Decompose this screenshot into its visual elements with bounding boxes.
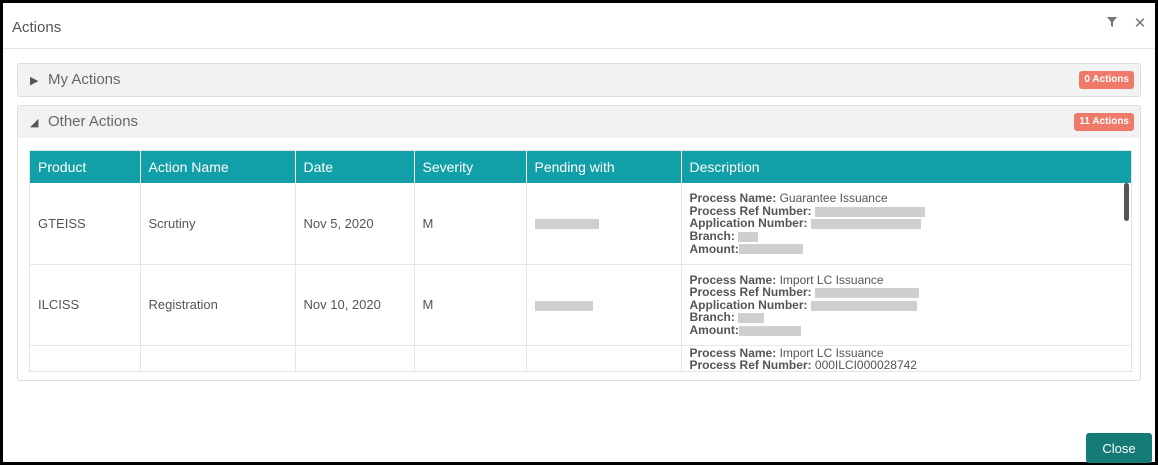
cell-action-name: Registration bbox=[140, 264, 296, 346]
table-row[interactable]: ILCISS Registration Nov 10, 2020 M Proce… bbox=[30, 264, 1131, 346]
other-actions-label: Other Actions bbox=[48, 113, 139, 130]
redacted-block bbox=[814, 287, 919, 298]
my-actions-label: My Actions bbox=[48, 71, 121, 88]
other-actions-panel: ◢ Other Actions 11 Actions Product Actio… bbox=[17, 105, 1141, 381]
cell-description: Process Name: Import LC Issuance Process… bbox=[681, 264, 1131, 346]
actions-dialog: Actions ✕ ▶ My Actions 0 Actions ◢ Other… bbox=[0, 0, 1158, 465]
desc-label: Process Ref Number: bbox=[689, 358, 812, 372]
dialog-title: Actions bbox=[12, 19, 62, 36]
redacted-block bbox=[738, 231, 759, 242]
cell-severity bbox=[414, 345, 527, 371]
other-actions-badge: 11 Actions bbox=[1074, 113, 1134, 131]
my-actions-header[interactable]: ▶ My Actions 0 Actions bbox=[18, 64, 1140, 96]
redacted-block bbox=[738, 313, 765, 324]
desc-value: 000ILCI000028742 bbox=[814, 358, 917, 372]
caret-right-icon: ▶ bbox=[30, 75, 39, 87]
caret-down-icon: ◢ bbox=[30, 117, 39, 129]
table-row[interactable]: GTEISS Scrutiny Nov 5, 2020 M Process Na… bbox=[30, 183, 1131, 265]
actions-table: Product Action Name Date Severity Pendin… bbox=[30, 151, 1131, 372]
redacted-block bbox=[810, 300, 917, 311]
my-actions-panel: ▶ My Actions 0 Actions bbox=[17, 63, 1141, 97]
cell-pending-with bbox=[526, 345, 682, 371]
desc-label: Amount: bbox=[689, 241, 739, 256]
redacted-block bbox=[814, 206, 925, 217]
cell-date bbox=[295, 345, 415, 371]
cell-product: GTEISS bbox=[30, 183, 141, 265]
redacted-block bbox=[810, 219, 921, 230]
my-actions-badge: 0 Actions bbox=[1079, 71, 1134, 89]
cell-date: Nov 10, 2020 bbox=[295, 264, 415, 346]
cell-product bbox=[30, 345, 141, 371]
cell-severity: M bbox=[414, 183, 527, 265]
cell-pending-with bbox=[526, 264, 682, 346]
close-icon[interactable]: ✕ bbox=[1131, 15, 1149, 33]
column-header-pending-with[interactable]: Pending with bbox=[526, 151, 682, 183]
cell-description: Process Name: Import LC Issuance Process… bbox=[681, 345, 1131, 372]
redacted-block bbox=[534, 300, 593, 311]
redacted-block bbox=[534, 219, 599, 230]
actions-table-wrapper[interactable]: Product Action Name Date Severity Pendin… bbox=[29, 150, 1132, 372]
close-button[interactable]: Close bbox=[1086, 433, 1152, 463]
redacted-block bbox=[738, 325, 801, 336]
column-header-date[interactable]: Date bbox=[295, 151, 415, 183]
desc-label: Amount: bbox=[689, 322, 739, 337]
cell-description: Process Name: Guarantee Issuance Process… bbox=[681, 183, 1131, 265]
table-scrollbar[interactable] bbox=[1124, 183, 1129, 221]
column-header-description[interactable]: Description bbox=[681, 151, 1131, 183]
cell-severity: M bbox=[414, 264, 527, 346]
column-header-product[interactable]: Product bbox=[30, 151, 141, 183]
cell-pending-with bbox=[526, 183, 682, 265]
cell-date: Nov 5, 2020 bbox=[295, 183, 415, 265]
column-header-action-name[interactable]: Action Name bbox=[140, 151, 296, 183]
dialog-header: Actions ✕ bbox=[3, 3, 1155, 49]
header-icons: ✕ bbox=[1103, 15, 1149, 33]
other-actions-header[interactable]: ◢ Other Actions 11 Actions bbox=[18, 106, 1140, 138]
column-header-severity[interactable]: Severity bbox=[414, 151, 527, 183]
filter-icon[interactable] bbox=[1103, 15, 1121, 33]
cell-product: ILCISS bbox=[30, 264, 141, 346]
table-header-row: Product Action Name Date Severity Pendin… bbox=[30, 151, 1131, 183]
cell-action-name: Scrutiny bbox=[140, 183, 296, 265]
cell-action-name bbox=[140, 345, 296, 371]
table-row[interactable]: Process Name: Import LC Issuance Process… bbox=[30, 345, 1131, 372]
redacted-block bbox=[738, 244, 803, 255]
